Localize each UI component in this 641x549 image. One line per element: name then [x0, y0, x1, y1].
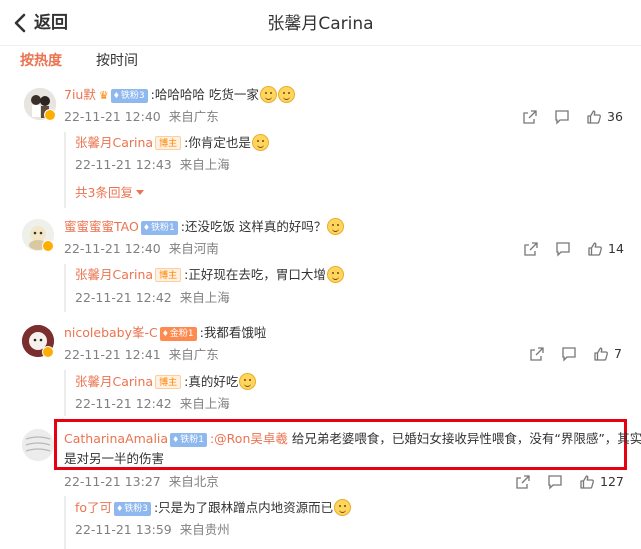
comment-actions: 7: [528, 345, 622, 363]
share-icon[interactable]: [521, 108, 539, 126]
reply-meta: 22-11-21 12:42 来自上海: [75, 290, 230, 305]
reply-indent-bar: [64, 264, 66, 312]
emoji-icon: [277, 86, 295, 103]
reply-indent-bar: [64, 132, 66, 208]
thumbs-up-icon[interactable]: [592, 345, 610, 363]
comment-text-continued: 是对另一半的伤害: [64, 451, 165, 466]
reply-username[interactable]: 张馨月Carina: [75, 267, 153, 282]
comment-username[interactable]: 蜜蜜蜜蜜TAO: [64, 219, 139, 234]
comment-icon[interactable]: [560, 345, 578, 363]
emoji-icon: [326, 266, 344, 283]
comment-meta: 22-11-21 12:40 来自广东: [64, 109, 219, 124]
comment-text: :哈哈哈哈 吃货一家: [150, 87, 259, 102]
like-count[interactable]: 36: [607, 108, 623, 126]
reply-username[interactable]: 张馨月Carina: [75, 135, 153, 150]
comment-icon[interactable]: [553, 108, 571, 126]
author-badge: 博主: [155, 375, 182, 389]
reply-text: :真的好吃: [184, 374, 239, 389]
comment-meta: 22-11-21 13:27 来自北京: [64, 474, 219, 489]
crown-icon: ♛: [98, 89, 109, 102]
comment-icon[interactable]: [546, 473, 564, 491]
comment-text: :还没吃饭 这样真的好吗？: [180, 219, 327, 234]
sort-tabs: 按热度 按时间: [20, 52, 172, 70]
share-icon[interactable]: [528, 345, 546, 363]
comment-icon[interactable]: [554, 240, 572, 258]
verified-badge-icon: [44, 109, 56, 121]
emoji-icon: [251, 134, 269, 151]
reply-indent-bar: [64, 370, 66, 416]
reply-username[interactable]: fo了可: [75, 500, 112, 515]
emoji-icon: [259, 86, 277, 103]
share-icon[interactable]: [514, 473, 532, 491]
emoji-icon: [334, 499, 352, 516]
emoji-icon: [239, 373, 257, 390]
reply-meta: 22-11-21 12:43 来自上海: [75, 157, 230, 172]
tab-by-popularity[interactable]: 按热度: [20, 52, 62, 70]
fan-badge[interactable]: ♦铁粉3: [110, 89, 148, 103]
top-bar: 返回 张馨月Carina: [0, 0, 641, 46]
comment-username[interactable]: nicolebaby峯-C: [64, 325, 158, 340]
fan-badge[interactable]: ♦铁粉3: [114, 502, 151, 516]
reply-text: :你肯定也是: [184, 135, 251, 150]
thumbs-up-icon[interactable]: [585, 108, 603, 126]
fan-badge[interactable]: ♦金粉1: [159, 327, 197, 341]
verified-badge-icon: [42, 346, 54, 358]
verified-badge-icon: [42, 240, 54, 252]
comment-text: 给兄弟老婆喂食，已婚妇女接收异性喂食，没有“界限感”，其实就: [287, 431, 641, 446]
comment-meta: 22-11-21 12:40 来自河南: [64, 241, 219, 256]
comment-actions: 127: [514, 473, 624, 491]
reply-username[interactable]: 张馨月Carina: [75, 374, 153, 389]
author-badge: 博主: [155, 268, 182, 282]
comment-username[interactable]: CatharinaAmalia: [64, 431, 168, 446]
thumbs-up-icon[interactable]: [578, 473, 596, 491]
caret-down-icon: [135, 190, 144, 195]
like-count[interactable]: 14: [608, 240, 624, 258]
like-count[interactable]: 127: [600, 473, 624, 491]
comment-actions: 36: [521, 108, 623, 126]
reply-meta: 22-11-21 13:59 来自贵州: [75, 522, 230, 537]
comment-username[interactable]: 7iu默: [64, 87, 96, 102]
comment-text: :我都看饿啦: [199, 325, 267, 340]
share-icon[interactable]: [522, 240, 540, 258]
reply-text: :只是为了跟林蹭点内地资源而已: [153, 500, 334, 515]
avatar[interactable]: [22, 429, 54, 461]
more-replies-link[interactable]: 共3条回复: [75, 184, 144, 202]
like-count[interactable]: 7: [614, 345, 622, 363]
comment-actions: 14: [522, 240, 624, 258]
thumbs-up-icon[interactable]: [586, 240, 604, 258]
emoji-icon: [327, 218, 345, 235]
reply-meta: 22-11-21 12:42 来自上海: [75, 396, 230, 411]
mention-link[interactable]: :@Ron吴卓羲: [210, 431, 288, 446]
comment-meta: 22-11-21 12:41 来自广东: [64, 347, 219, 362]
page-title: 张馨月Carina: [267, 14, 374, 34]
author-badge: 博主: [155, 136, 182, 150]
reply-text: :正好现在去吃，胃口大增: [184, 267, 326, 282]
tab-by-time[interactable]: 按时间: [96, 52, 138, 70]
reply-indent-bar: [64, 496, 66, 549]
fan-badge[interactable]: ♦铁粉1: [170, 433, 207, 447]
fan-badge[interactable]: ♦铁粉1: [140, 221, 178, 235]
